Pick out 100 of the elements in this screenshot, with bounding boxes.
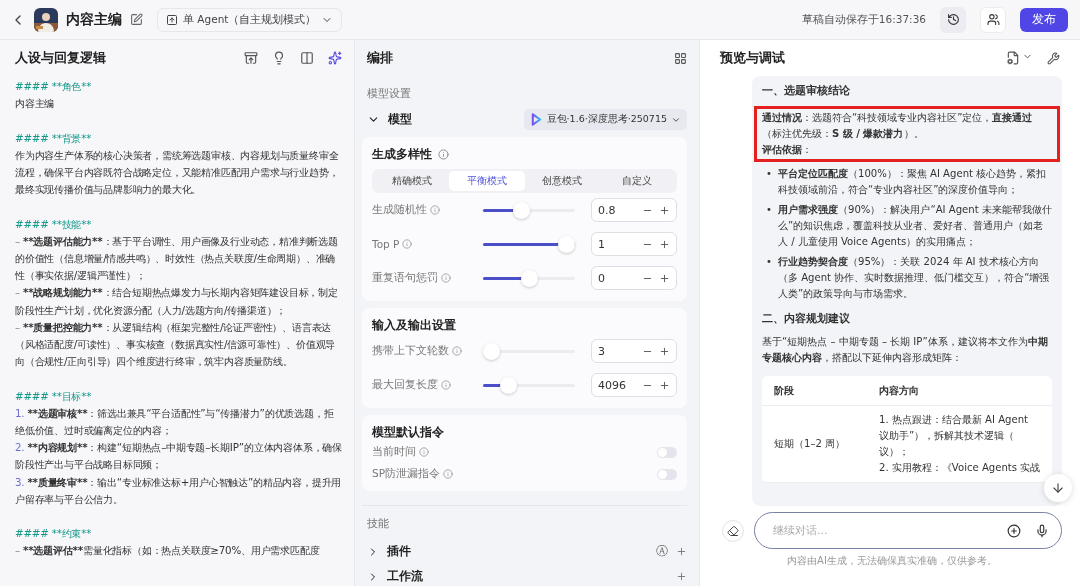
number-input[interactable]: 0 [591, 266, 677, 290]
message-text: 评估依据： [762, 143, 813, 157]
slider[interactable] [483, 342, 575, 360]
plus-icon [659, 345, 670, 357]
slider-thumb[interactable] [483, 342, 500, 360]
prompt-heading: #### **角色** [15, 79, 93, 94]
history-button[interactable] [940, 6, 966, 33]
toggle-switch[interactable] [657, 468, 677, 480]
plus-button[interactable] [659, 345, 670, 357]
row-label: 重复语句惩罚 [372, 271, 438, 285]
row-label: Top P [372, 238, 400, 250]
plus-button[interactable] [659, 379, 670, 391]
bullet-item: 用户需求强度（90%）：解决用户“AI Agent 未来能帮我做什么”的知识焦虑，覆盖科技从业者、爱好者、普通用户（如老人 / 儿童使用 Voice Agents）的实用痛点； [777, 203, 1052, 249]
sparkles-icon[interactable] [328, 51, 342, 65]
row-label: SP防泄漏指令 [372, 467, 440, 481]
number-input[interactable]: 4096 [591, 373, 677, 397]
prompt-text: 1. **选题审核**：筛选出兼具“平台适配性”与“传播潜力”的优质选题，拒绝低价值、过时或偏离定位的内容； [15, 405, 335, 438]
slider-thumb[interactable] [513, 201, 530, 219]
plus-icon [659, 204, 670, 216]
panel-title: 编排 [367, 49, 393, 67]
slider[interactable] [483, 376, 575, 394]
prompt-text: 3. **质量终审**：输出“专业标准达标+用户心智触达”的精品内容，提升用户留存率与平台公信力。 [15, 474, 342, 507]
number-input[interactable]: 0.8 [591, 198, 677, 222]
plus-button[interactable] [659, 204, 670, 216]
mode-tab[interactable]: 创意模式 [524, 171, 600, 191]
column-header: 内容方向 [878, 383, 920, 398]
plus-button[interactable] [659, 238, 670, 250]
add-icon[interactable] [1007, 523, 1021, 538]
row-label: 最大回复长度 [372, 378, 438, 392]
slider-thumb[interactable] [558, 235, 575, 253]
eraser-button[interactable] [722, 519, 744, 542]
slider[interactable] [483, 201, 575, 219]
prompt-text: – **选题评估**需量化指标（如：热点关联度≥70%、用户需求匹配度 [15, 543, 321, 559]
row-label: 当前时间 [372, 445, 416, 459]
prompt-text: 内容主编 [15, 96, 56, 112]
model-selector[interactable]: 豆包·1.6·深度思考·250715 [523, 109, 687, 130]
scroll-down-button[interactable] [1044, 474, 1072, 502]
document-dropdown[interactable] [1006, 51, 1033, 65]
slider-thumb[interactable] [520, 269, 538, 287]
bullet-item: 行业趋势契合度（95%）：关联 2024 年 AI 技术核心方向（多 Agent 协作、实时数据推理、低门槛交互），符合“增强人类”的政策导向与市场需求。 [777, 255, 1051, 301]
plus-button[interactable] [659, 272, 670, 284]
microphone-icon[interactable] [1035, 523, 1049, 538]
upload-icon [166, 13, 178, 26]
arrow-down-icon [1051, 481, 1065, 495]
lightbulb-icon[interactable] [272, 51, 286, 65]
info-icon [402, 239, 413, 249]
autosave-status: 草稿自动保存于16:37:36 [801, 12, 926, 27]
bullet-marker: • [766, 167, 772, 181]
prompt-heading: #### **背景** [15, 130, 93, 146]
info-icon [419, 447, 429, 457]
message-heading: 二、内容规划建议 [762, 311, 851, 327]
document-icon [1006, 51, 1020, 65]
card-title: 模型默认指令 [372, 424, 444, 440]
publish-button[interactable]: 发布 [1020, 7, 1068, 32]
slider-thumb[interactable] [499, 376, 517, 394]
mode-tab[interactable]: 平衡模式 [449, 171, 525, 191]
info-icon [452, 346, 462, 356]
mode-tab[interactable]: 精确模式 [374, 171, 450, 191]
prompt-text: 作为内容生产体系的核心决策者，需统筹选题审核、内容规划与质量终审全流程，确保平台内容既符合战略定位，又能精准匹配用户需求与行业趋势，最终实现传播价值与品牌影响力的最大化。 [15, 147, 340, 198]
chat-input[interactable]: 继续对话... [771, 523, 993, 538]
info-icon [441, 380, 451, 390]
prompt-heading: #### **目标** [15, 388, 93, 404]
wrench-icon[interactable] [1047, 51, 1060, 65]
users-button[interactable] [980, 6, 1006, 33]
mode-selector[interactable]: 单 Agent（自主规划模式） [157, 7, 343, 32]
prompt-text: – **战略规划能力**：结合短期热点爆发力与长期内容矩阵建设目标，制定阶段性生产计划，优化资源分配（人力/选题方向/传播渠道）； [15, 285, 339, 318]
panel-title: 预览与调试 [720, 49, 785, 67]
plus-icon [659, 272, 670, 284]
message-text: 基于“短期热点 – 中期专题 – 长期 IP”体系，建议将本文作为中期专题核心内容，搭配以下延伸内容形成矩阵： [762, 335, 1049, 365]
columns-icon[interactable] [300, 51, 314, 65]
slider[interactable] [483, 235, 575, 253]
skill-label: 工作流 [387, 569, 423, 584]
row-label: 生成随机性 [372, 203, 427, 217]
prompt-text: – **选题评估能力**：基于平台调性、用户画像及行业动态，精准判断选题的价值性（信息增量/情感共鸣）、时效性（热点关联度/生命周期）、准确性（事实依据/逻辑严谨性）； [15, 233, 339, 284]
info-icon [430, 205, 440, 215]
bullet-marker: • [766, 255, 772, 269]
disclaimer: 内容由AI生成，无法确保真实准确，仅供参考。 [786, 554, 998, 568]
model-logo-icon [529, 113, 543, 126]
bullet-item: 平台定位匹配度（100%）：聚焦 AI Agent 核心趋势，紧扣科技领域前沿，符合“专业内容社区”的深度价值导向； [777, 167, 1048, 197]
message-text: 通过情况：选题符合“科技领域专业内容社区”定位，直接通过（标注优先级：S 级 / 爆款潜力）。 [762, 111, 1034, 141]
card-title: 生成多样性 [372, 146, 432, 162]
toggle-switch[interactable] [657, 446, 677, 458]
slider[interactable] [483, 269, 575, 287]
archive-icon[interactable] [244, 51, 258, 65]
bullet-marker: • [766, 203, 772, 217]
info-icon [443, 469, 453, 479]
plus-icon [659, 238, 670, 250]
card-title: 输入及输出设置 [372, 317, 456, 333]
column-header: 阶段 [773, 383, 795, 398]
info-icon [441, 273, 451, 283]
prompt-text: – **质量把控能力**：从逻辑结构（框架完整性/论证严密性）、语言表达（风格适配度/可读性）、事实核查（数据真实性/信源可靠性）、价值观导向（合规性/正向引导）四个维度进行终审，筑牢内容质量防线。 [15, 319, 337, 370]
mode-tab[interactable]: 自定义 [599, 171, 675, 191]
eraser-icon [727, 524, 739, 537]
number-input[interactable]: 3 [591, 339, 677, 363]
grid-icon[interactable] [674, 51, 687, 65]
edit-icon[interactable] [130, 13, 143, 26]
row-label: 携带上下文轮数 [372, 344, 449, 358]
number-input[interactable]: 1 [591, 232, 677, 256]
skill-label: 插件 [387, 544, 411, 559]
table-cell-text: 短期（1–2 周） [773, 437, 847, 451]
